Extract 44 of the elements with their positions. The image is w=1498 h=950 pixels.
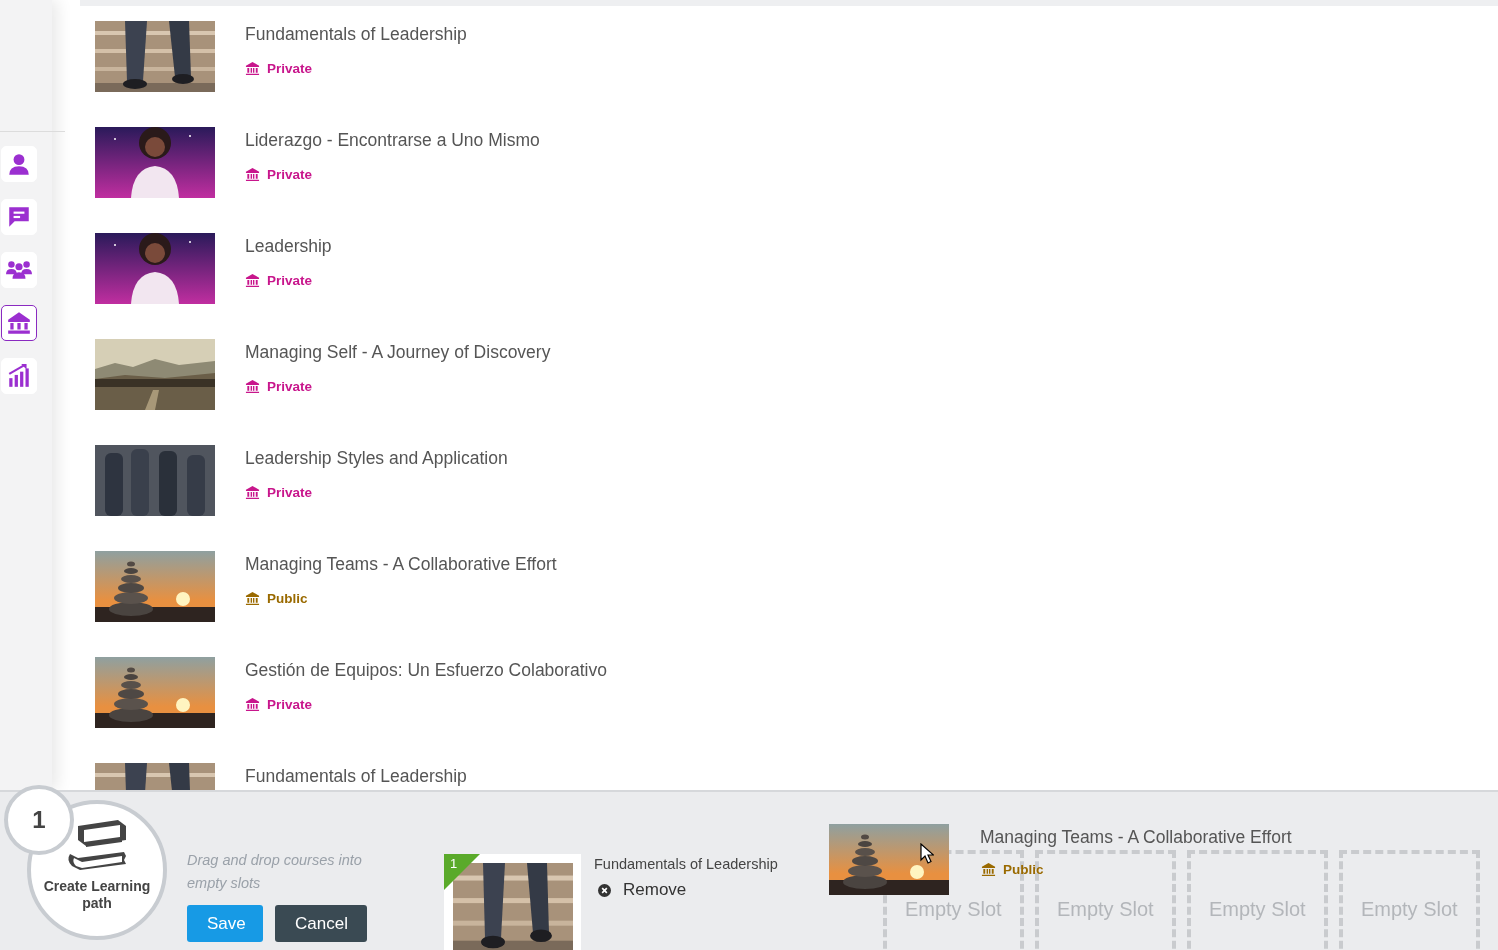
visibility-label: Private	[267, 273, 313, 288]
corner-ribbon	[444, 854, 480, 890]
bank-icon	[245, 167, 260, 182]
sidebar-item[interactable]	[1, 305, 37, 341]
bank-icon	[245, 273, 260, 288]
visibility-label: Public	[1003, 862, 1044, 877]
course-title[interactable]: Leadership Styles and Application	[245, 448, 508, 469]
empty-slot-label: Empty Slot	[904, 898, 1002, 920]
empty-slot-label: Empty Slot	[1208, 898, 1306, 920]
remove-button[interactable]: Remove	[594, 880, 687, 900]
empty-slot-label: Empty Slot	[1360, 898, 1458, 920]
bank-icon	[245, 697, 260, 712]
bank-icon	[245, 379, 260, 394]
course-title[interactable]: Gestión de Equipos: Un Esfuerzo Colaborativo	[245, 660, 607, 681]
hint-text: Drag and drop courses into empty slots	[187, 851, 363, 893]
visibility-label: Private	[267, 167, 313, 182]
empty-slot-label: Empty Slot	[1056, 898, 1154, 920]
course-title[interactable]: Leadership	[245, 236, 332, 257]
step-number: 1	[32, 806, 46, 834]
bank-icon	[981, 862, 996, 877]
close-icon	[598, 883, 611, 897]
path-title: Create Learning path	[42, 878, 152, 912]
person-icon	[6, 151, 32, 177]
visibility-label: Private	[267, 697, 313, 712]
course-title[interactable]: Managing Teams - A Collaborative Effort	[245, 554, 557, 575]
slot-course-title: Fundamentals of Leadership	[594, 856, 778, 872]
visibility-label: Public	[267, 591, 308, 606]
dragged-course-title: Managing Teams - A Collaborative Effort	[980, 827, 1292, 848]
course-title[interactable]: Fundamentals of Leadership	[245, 24, 467, 45]
bank-icon	[245, 591, 260, 606]
cursor-icon	[920, 843, 934, 864]
course-title[interactable]: Managing Self - A Journey of Discovery	[245, 342, 551, 363]
bank-icon	[6, 310, 32, 336]
cancel-button[interactable]: Cancel	[275, 905, 367, 942]
slot-number: 1	[450, 856, 458, 871]
chart-icon	[6, 363, 32, 389]
books-icon	[66, 820, 128, 872]
course-title[interactable]: Liderazgo - Encontrarse a Uno Mismo	[245, 130, 540, 151]
bank-icon	[245, 61, 260, 76]
visibility-label: Private	[267, 379, 313, 394]
visibility-label: Private	[267, 61, 313, 76]
bank-icon	[245, 485, 260, 500]
visibility-label: Private	[267, 485, 313, 500]
course-title[interactable]: Fundamentals of Leadership	[245, 766, 467, 787]
